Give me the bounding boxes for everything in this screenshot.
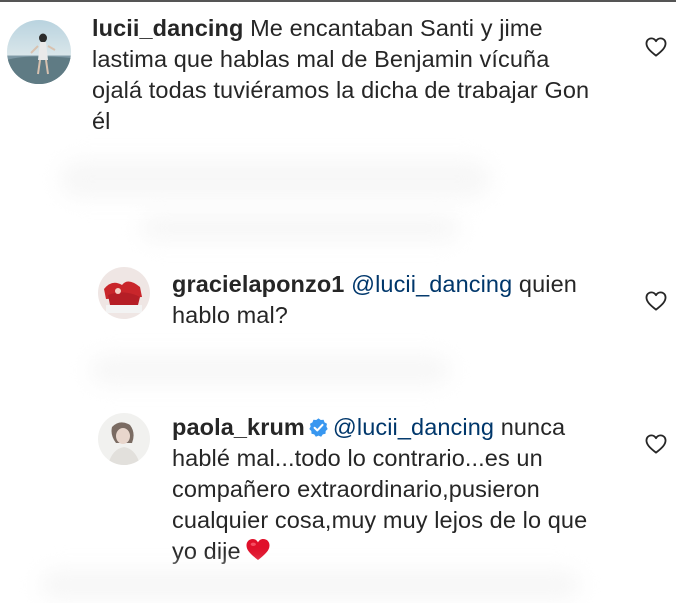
comment-text-line-2: lastima que hablas mal de Benjamin vícuñ… xyxy=(92,46,550,72)
red-heart-emoji-icon xyxy=(246,539,270,560)
reply-1-text-line-1: quien xyxy=(518,271,577,297)
comment-text-line-3: ojalá todas tuviéramos la dicha de traba… xyxy=(92,77,590,103)
blurred-content xyxy=(90,355,450,385)
blurred-content xyxy=(140,215,460,241)
reply-2-text-line-2: hablé mal...todo lo contrario...es un xyxy=(172,445,543,471)
reply-1-mention[interactable]: @lucii_dancing xyxy=(351,271,512,297)
avatar-gracielaponzo1[interactable] xyxy=(98,267,150,319)
comment-body: lucii_dancing Me encantaban Santi y jime… xyxy=(92,13,632,137)
reply-2-username[interactable]: paola_krum xyxy=(172,414,305,440)
verified-badge-icon xyxy=(309,418,328,437)
reply-2-text-line-4: cualquier cosa,muy muy lejos de lo que xyxy=(172,507,588,533)
reply-1-username[interactable]: gracielaponzo1 xyxy=(172,271,344,297)
reply-2-text-line-5: yo dije xyxy=(172,538,241,564)
reply-1-text-line-2: hablo mal? xyxy=(172,302,288,328)
reply-2-text-line-1: nunca xyxy=(500,414,566,440)
reply-2-body: paola_krum @lucii_dancing nunca hablé ma… xyxy=(172,412,622,567)
top-border xyxy=(0,0,676,2)
like-heart-icon-1[interactable] xyxy=(645,37,667,57)
like-heart-icon-2[interactable] xyxy=(645,291,667,311)
blurred-content xyxy=(60,160,490,198)
reply-2-mention[interactable]: @lucii_dancing xyxy=(333,414,494,440)
like-heart-icon-3[interactable] xyxy=(645,434,667,454)
blurred-content xyxy=(40,570,580,600)
comment-username[interactable]: lucii_dancing xyxy=(92,15,243,41)
comment-text-line-4: él xyxy=(92,108,111,134)
reply-2-text-line-3: compañero extraordinario,pusieron xyxy=(172,476,540,502)
comment-text-line-1: Me encantaban Santi y jime xyxy=(250,15,543,41)
reply-1-body: gracielaponzo1 @lucii_dancing quien habl… xyxy=(172,269,622,331)
avatar-paola-krum[interactable] xyxy=(98,413,150,465)
avatar-lucii-dancing[interactable] xyxy=(7,20,71,84)
